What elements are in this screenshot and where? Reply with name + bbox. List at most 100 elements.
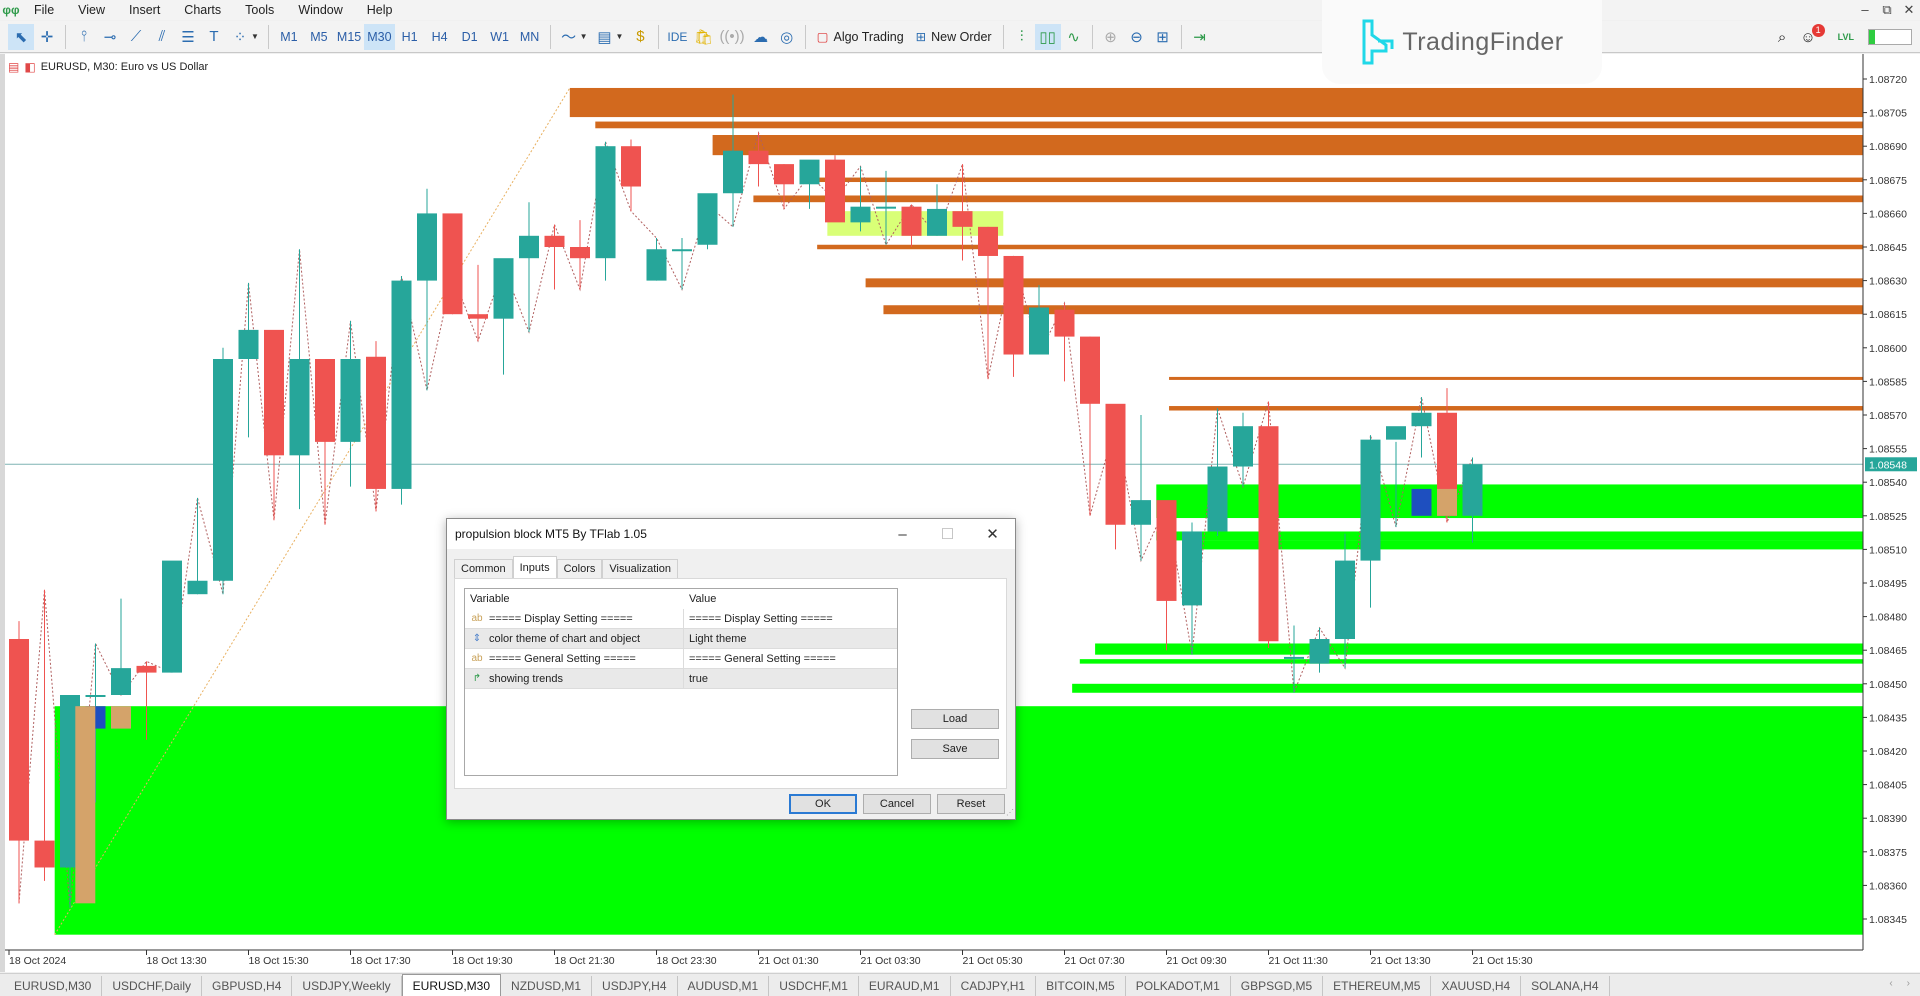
minimize-icon[interactable]: – [1854, 0, 1876, 20]
search-icon[interactable]: ⌕ [1778, 29, 1786, 46]
ok-button[interactable]: OK [789, 794, 857, 814]
scroll-right-icon[interactable]: › [1907, 978, 1910, 989]
close-icon[interactable]: ✕ [1898, 0, 1920, 20]
menu-window[interactable]: Window [286, 3, 354, 17]
supply-zone [1169, 376, 1863, 380]
save-button[interactable]: Save [911, 739, 999, 759]
symbol-tab[interactable]: NZDUSD,M1 [501, 976, 593, 996]
zoom-in-icon[interactable]: ⊕ [1098, 24, 1124, 50]
candle-body [570, 247, 590, 259]
symbol-tab[interactable]: POLKADOT,M1 [1126, 976, 1231, 996]
candlestick-chart-icon[interactable]: ▯▯ [1034, 23, 1061, 50]
market-icon[interactable]: $ [627, 24, 653, 50]
zoom-out-icon[interactable]: ⊖ [1124, 24, 1150, 50]
symbol-tab[interactable]: USDJPY,Weekly [292, 976, 402, 996]
symbol-tab[interactable]: BITCOIN,M5 [1036, 976, 1126, 996]
table-row[interactable]: ⇕ color theme of chart and object Light t… [465, 629, 897, 649]
table-row[interactable]: ab ===== General Setting ===== ===== Gene… [465, 649, 897, 669]
candle-body [748, 150, 769, 165]
scroll-left-icon[interactable]: ‹ [1889, 978, 1892, 989]
tab-colors[interactable]: Colors [556, 559, 603, 578]
signal-icon[interactable]: ((•)) [716, 24, 747, 50]
value-cell[interactable]: true [684, 669, 897, 688]
symbol-tab[interactable]: USDJPY,H4 [592, 976, 678, 996]
symbol-tab[interactable]: CADJPY,H1 [951, 976, 1037, 996]
tab-inputs[interactable]: Inputs [512, 556, 557, 578]
symbol-tab[interactable]: EURUSD,M30 [401, 974, 502, 996]
price-chart[interactable]: 1.08720 1.08705 1.08690 1.08675 1.08660 1.086… [5, 54, 1920, 972]
chart-shift-icon[interactable]: ⇥ [1187, 24, 1213, 50]
load-button[interactable]: Load [911, 709, 999, 729]
symbol-tab[interactable]: GBPUSD,H4 [202, 976, 293, 996]
horizontal-line-icon[interactable]: ⊸ [97, 24, 123, 50]
symbol-tab[interactable]: USDCHF,M1 [769, 976, 859, 996]
symbol-tab[interactable]: ETHEREUM,M5 [1323, 976, 1432, 996]
vps-cloud-icon[interactable]: ☁ [748, 24, 774, 50]
shopping-bag-icon[interactable]: 🛍 [690, 24, 716, 50]
symbol-tab[interactable]: EURUSD,M30 [4, 976, 103, 996]
menu-charts[interactable]: Charts [172, 3, 233, 17]
timeframe-h4[interactable]: H4 [425, 24, 455, 50]
tab-visualization[interactable]: Visualization [602, 559, 678, 578]
account-icon[interactable]: ☺ 1 [1800, 23, 1825, 46]
community-icon[interactable]: ◎ [774, 24, 800, 50]
menu-insert[interactable]: Insert [117, 3, 172, 17]
menu-view[interactable]: View [66, 3, 117, 17]
algo-trading-button[interactable]: ▢ Algo Trading [811, 24, 910, 50]
cancel-button[interactable]: Cancel [863, 794, 931, 814]
value-cell[interactable]: Light theme [684, 629, 897, 648]
timeframe-m5[interactable]: M5 [304, 24, 334, 50]
templates-dropdown-icon[interactable]: ▼ [616, 32, 624, 41]
symbol-tab[interactable]: USDCHF,Daily [102, 976, 203, 996]
fibonacci-icon[interactable]: ☰ [175, 24, 201, 50]
indicators-icon[interactable]: 〜 [556, 24, 582, 50]
dialog-title-bar[interactable]: propulsion block MT5 By TFlab 1.05 – ☐ ✕ [447, 519, 1015, 549]
symbol-tab[interactable]: SOLANA,H4 [1521, 976, 1610, 996]
reset-button[interactable]: Reset [937, 794, 1005, 814]
timeframe-w1[interactable]: W1 [485, 24, 515, 50]
timeframe-h1[interactable]: H1 [395, 24, 425, 50]
line-chart-icon[interactable]: ∿ [1061, 24, 1087, 50]
new-order-button[interactable]: ⊞ New Order [910, 24, 998, 50]
trendline-icon[interactable]: ⟋ [123, 24, 149, 50]
text-tool-icon[interactable]: T [201, 24, 227, 50]
vertical-line-icon[interactable]: ⫯ [71, 24, 97, 50]
dialog-maximize-icon[interactable]: ☐ [925, 519, 970, 549]
value-cell[interactable]: ===== General Setting ===== [684, 649, 897, 668]
templates-icon[interactable]: ▤ [592, 24, 618, 50]
channel-icon[interactable]: ⫽ [149, 24, 175, 50]
tile-windows-icon[interactable]: ⊞ [1150, 24, 1176, 50]
resize-grip-icon[interactable]: ⋰ [1004, 808, 1014, 818]
shapes-icon[interactable]: ⁘ [227, 24, 253, 50]
timeframe-m15[interactable]: M15 [334, 24, 364, 50]
menu-file[interactable]: File [22, 3, 66, 17]
table-row[interactable]: ab ===== Display Setting ===== ===== Disp… [465, 609, 897, 629]
ide-button[interactable]: IDE [664, 24, 690, 50]
menu-tools[interactable]: Tools [233, 3, 286, 17]
symbol-tab[interactable]: XAUUSD,H4 [1431, 976, 1522, 996]
tradingfinder-logo: TradingFinder [1322, 0, 1602, 84]
timeframe-m30[interactable]: M30 [364, 23, 395, 50]
bar-chart-icon[interactable]: ⫶ [1009, 24, 1035, 50]
timeframe-mn[interactable]: MN [515, 24, 545, 50]
symbol-tab[interactable]: GBPSGD,M5 [1231, 976, 1324, 996]
chart-window[interactable]: 1.08720 1.08705 1.08690 1.08675 1.08660 1.086… [0, 54, 1920, 972]
timeframe-m1[interactable]: M1 [274, 24, 304, 50]
symbol-tab[interactable]: EURAUD,M1 [859, 976, 951, 996]
table-row[interactable]: ↱ showing trends true [465, 669, 897, 689]
value-cell[interactable]: ===== Display Setting ===== [684, 609, 897, 628]
shapes-dropdown-icon[interactable]: ▼ [251, 32, 259, 41]
menu-help[interactable]: Help [355, 3, 405, 17]
timeframe-d1[interactable]: D1 [455, 24, 485, 50]
toolbar-divider [1180, 24, 1182, 49]
dialog-minimize-icon[interactable]: – [880, 519, 925, 549]
crosshair-tool-icon[interactable]: ✛ [34, 24, 60, 50]
level-icon[interactable]: LVL [1838, 32, 1854, 42]
dialog-close-icon[interactable]: ✕ [970, 519, 1015, 549]
symbol-tab[interactable]: AUDUSD,M1 [678, 976, 770, 996]
tab-common[interactable]: Common [454, 559, 513, 578]
supply-zone [569, 87, 1863, 118]
indicators-dropdown-icon[interactable]: ▼ [580, 32, 588, 41]
cursor-tool-icon[interactable]: ⬉ [8, 23, 34, 50]
restore-icon[interactable]: ⧉ [1876, 0, 1898, 20]
